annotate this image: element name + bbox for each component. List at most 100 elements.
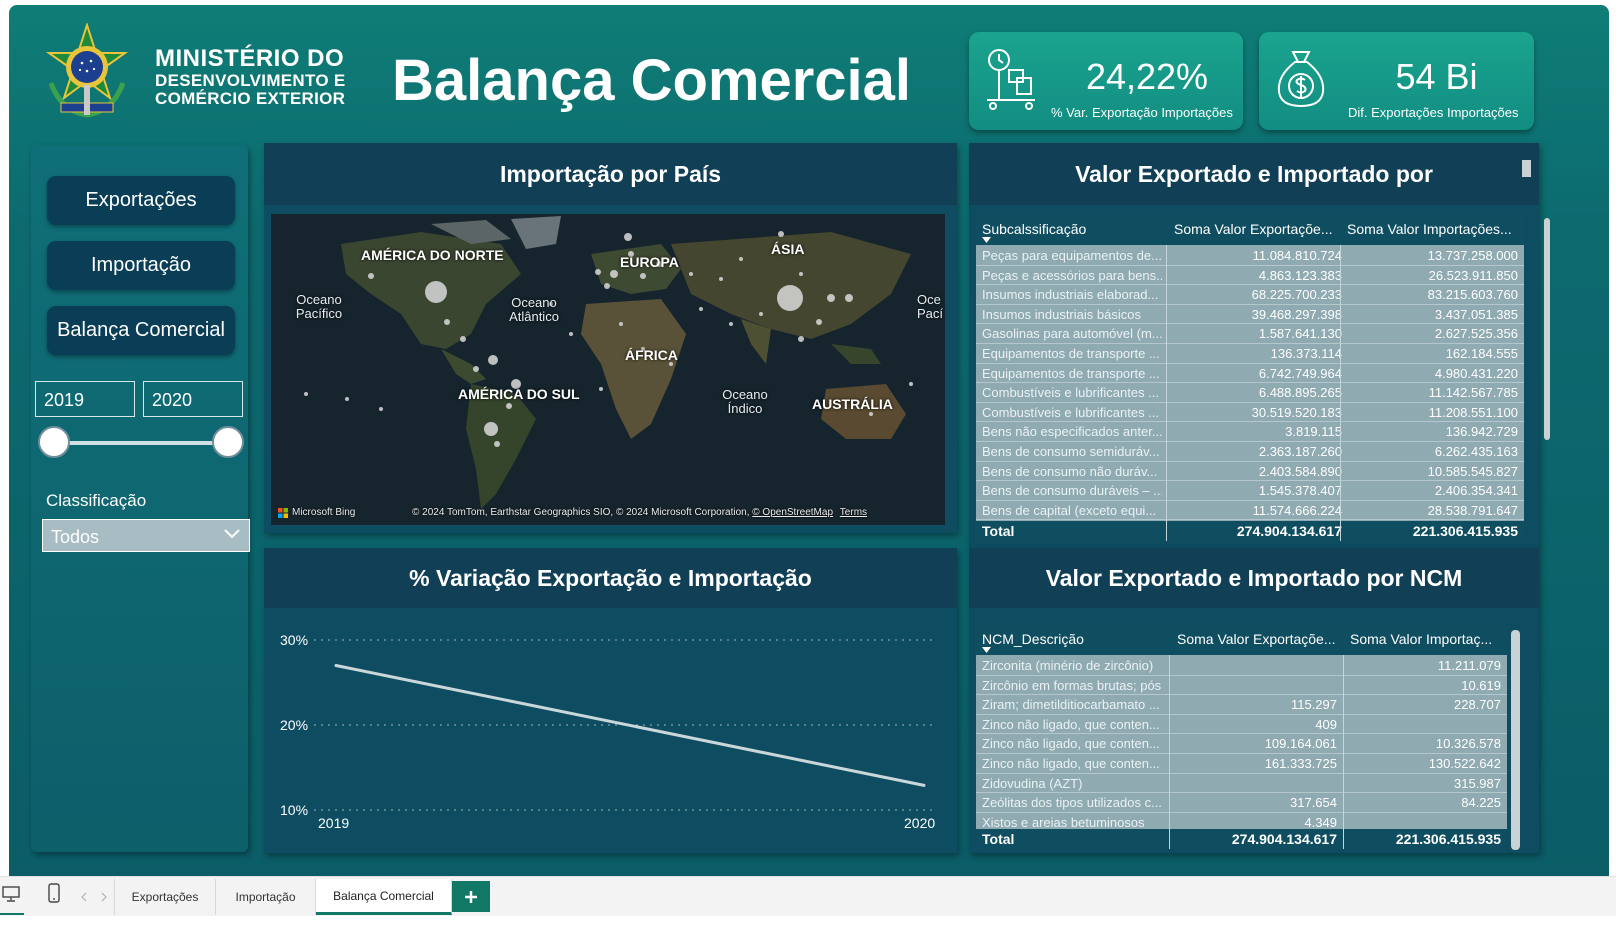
sort-arrow-icon (982, 237, 991, 243)
subclass-table-title: Valor Exportado e Importado por (969, 143, 1539, 205)
row-label: Ziram; dimetilditiocarbamato ... (982, 697, 1160, 713)
world-map[interactable]: AMÉRICA DO NORTE EUROPA ÁSIA ÁFRICA AMÉR… (271, 214, 945, 525)
table-row[interactable]: Peças e acessórios para bens... 4.863.123… (976, 266, 1524, 286)
map-label-europe: EUROPA (620, 254, 679, 270)
row-label: Combustíveis e lubrificantes ... (982, 385, 1160, 401)
row-label: Equipamentos de transporte ... (982, 365, 1160, 381)
row-export-value: 2.363.187.260 (1258, 444, 1342, 459)
desktop-view-button[interactable] (0, 877, 24, 917)
table-row[interactable]: Bens de consumo duráveis – ... 1.545.378.… (976, 481, 1524, 501)
map-label-pacific-east: Oce Pací (917, 293, 944, 321)
openstreetmap-link[interactable]: © OpenStreetMap (752, 507, 833, 518)
table-row[interactable]: Zinco não ligado, que conten... 409 (976, 715, 1507, 735)
tab-balanca-comercial[interactable]: Balança Comercial (316, 879, 452, 915)
row-import-value: 6.262.435.163 (1434, 444, 1518, 459)
row-import-value: 130.522.642 (1428, 756, 1501, 771)
col-header-ncm-descricao[interactable]: NCM_Descrição (982, 631, 1084, 647)
chevron-left-icon[interactable] (80, 892, 88, 902)
tab-importacao[interactable]: Importação (216, 879, 316, 915)
table-row[interactable]: Zircônio em formas brutas; pós 10.619 (976, 676, 1507, 696)
ministry-line3: COMÉRCIO EXTERIOR (155, 89, 346, 108)
data-point[interactable] (922, 783, 926, 787)
row-import-value: 13.737.258.000 (1427, 248, 1518, 263)
total-import-value: 221.306.415.935 (1395, 831, 1501, 847)
row-import-value: 4.980.431.220 (1434, 365, 1518, 381)
row-label: Zinco não ligado, que conten... (982, 736, 1160, 752)
nav-button-balanca-comercial[interactable]: Balança Comercial (47, 306, 235, 355)
x-tick-label: 2019 (318, 815, 349, 831)
table-row[interactable]: Zidovudina (AZT) 315.987 (976, 774, 1507, 794)
col-header-exportacoes[interactable]: Soma Valor Exportaçõe... (1177, 631, 1335, 647)
panel-scroll-indicator[interactable] (1522, 160, 1531, 177)
year-slider-start-handle[interactable] (38, 426, 70, 458)
col-header-exportacoes[interactable]: Soma Valor Exportaçõe... (1174, 221, 1332, 237)
year-to-input[interactable]: 2020 (143, 381, 243, 417)
table-total-row: Total 274.904.134.617 221.306.415.935 (976, 521, 1524, 541)
row-import-value: 83.215.603.760 (1427, 287, 1518, 303)
row-label: Insumos industriais elaborad... (982, 287, 1159, 303)
map-attribution-text: © 2024 TomTom, Earthstar Geographics SIO… (412, 507, 750, 518)
add-page-button[interactable] (452, 881, 490, 912)
table-row[interactable]: Combustíveis e lubrificantes ... 30.519.5… (976, 403, 1524, 423)
row-export-value: 68.225.700.233 (1251, 287, 1342, 303)
tab-exportacoes[interactable]: Exportações (114, 879, 216, 915)
vertical-scrollbar[interactable] (1511, 630, 1520, 850)
map-label-asia: ÁSIA (771, 241, 805, 257)
table-row[interactable]: Insumos industriais elaborad... 68.225.70… (976, 285, 1524, 305)
table-row[interactable]: Insumos industriais básicos 39.468.297.39… (976, 305, 1524, 325)
table-row[interactable]: Gasolinas para automóvel (m... 1.587.641.… (976, 324, 1524, 344)
terms-link[interactable]: Terms (840, 507, 867, 518)
chevron-down-icon (224, 529, 240, 539)
y-tick-label: 30% (280, 632, 308, 648)
bing-attribution: Microsoft Bing (278, 507, 355, 518)
nav-button-exportacoes[interactable]: Exportações (47, 176, 235, 225)
column-divider (1340, 245, 1341, 541)
col-header-importacoes[interactable]: Soma Valor Importaç... (1350, 631, 1492, 647)
table-row[interactable]: Zirconita (minério de zircônio) 11.211.07… (976, 656, 1507, 676)
sort-arrow-icon (982, 647, 991, 653)
nav-button-importacao[interactable]: Importação (47, 241, 235, 290)
ministry-name: MINISTÉRIO DO DESENVOLVIMENTO E COMÉRCIO… (155, 47, 346, 108)
series-line[interactable] (335, 664, 925, 787)
kpi-difference-label: Dif. Exportações Importações (1348, 105, 1519, 120)
total-label: Total (982, 523, 1015, 539)
table-row[interactable]: Bens de consumo semiduráv... 2.363.187.26… (976, 442, 1524, 462)
subclass-table-panel: Valor Exportado e Importado por Subcalss… (969, 143, 1550, 548)
chevron-right-icon[interactable] (100, 892, 108, 902)
col-header-subclassificacao[interactable]: Subcalssificação (982, 221, 1086, 237)
table-row[interactable]: Bens de consumo não duráv... 2.403.584.89… (976, 462, 1524, 482)
year-slider-end-handle[interactable] (212, 426, 244, 458)
table-row[interactable]: Zeólitas dos tipos utilizados c... 317.65… (976, 793, 1507, 813)
row-import-value: 26.523.911.850 (1428, 267, 1518, 283)
col-header-importacoes[interactable]: Soma Valor Importações... (1347, 221, 1512, 237)
table-row[interactable]: Bens de capital (exceto equi... 11.574.66… (976, 501, 1524, 521)
row-import-value: 11.142.567.785 (1428, 385, 1518, 401)
table-row[interactable]: Equipamentos de transporte ... 6.742.749.… (976, 364, 1524, 384)
variation-chart-title: % Variação Exportação e Importação (264, 548, 957, 608)
classificacao-dropdown[interactable]: Todos (42, 519, 250, 552)
trade-scale-icon (987, 49, 1035, 110)
money-bag-icon (1277, 51, 1325, 108)
row-export-value: 136.373.114 (1270, 346, 1342, 361)
table-row[interactable]: Bens não especificados anter... 3.819.115… (976, 422, 1524, 442)
table-row[interactable]: Zinco não ligado, que conten... 161.333.7… (976, 754, 1507, 774)
data-point[interactable] (334, 664, 338, 667)
column-divider (1343, 655, 1344, 849)
table-header: Subcalssificação Soma Valor Exportaçõe..… (976, 215, 1524, 245)
vertical-scrollbar[interactable] (1544, 218, 1550, 440)
map-panel-title: Importação por País (264, 143, 957, 205)
column-divider (1166, 245, 1167, 541)
table-row[interactable]: Ziram; dimetilditiocarbamato ... 115.297 2… (976, 695, 1507, 715)
kpi-difference-value: 54 Bi (1395, 56, 1478, 97)
table-row[interactable]: Equipamentos de transporte ... 136.373.11… (976, 344, 1524, 364)
table-row[interactable]: Peças para equipamentos de... 11.084.810.… (976, 246, 1524, 266)
kpi-card-variation: 24,22% % Var. Exportação Importações (969, 32, 1243, 130)
year-from-input[interactable]: 2019 (35, 381, 135, 417)
table-row[interactable]: Zinco não ligado, que conten... 109.164.0… (976, 734, 1507, 754)
column-divider (1169, 655, 1170, 849)
mobile-view-button[interactable] (44, 877, 64, 917)
year-slider-track[interactable] (61, 441, 233, 445)
variation-line-chart[interactable]: 30% 20% 10% 2019 2020 (264, 610, 957, 853)
phone-icon (48, 883, 60, 903)
table-row[interactable]: Combustíveis e lubrificantes ... 6.488.89… (976, 383, 1524, 403)
